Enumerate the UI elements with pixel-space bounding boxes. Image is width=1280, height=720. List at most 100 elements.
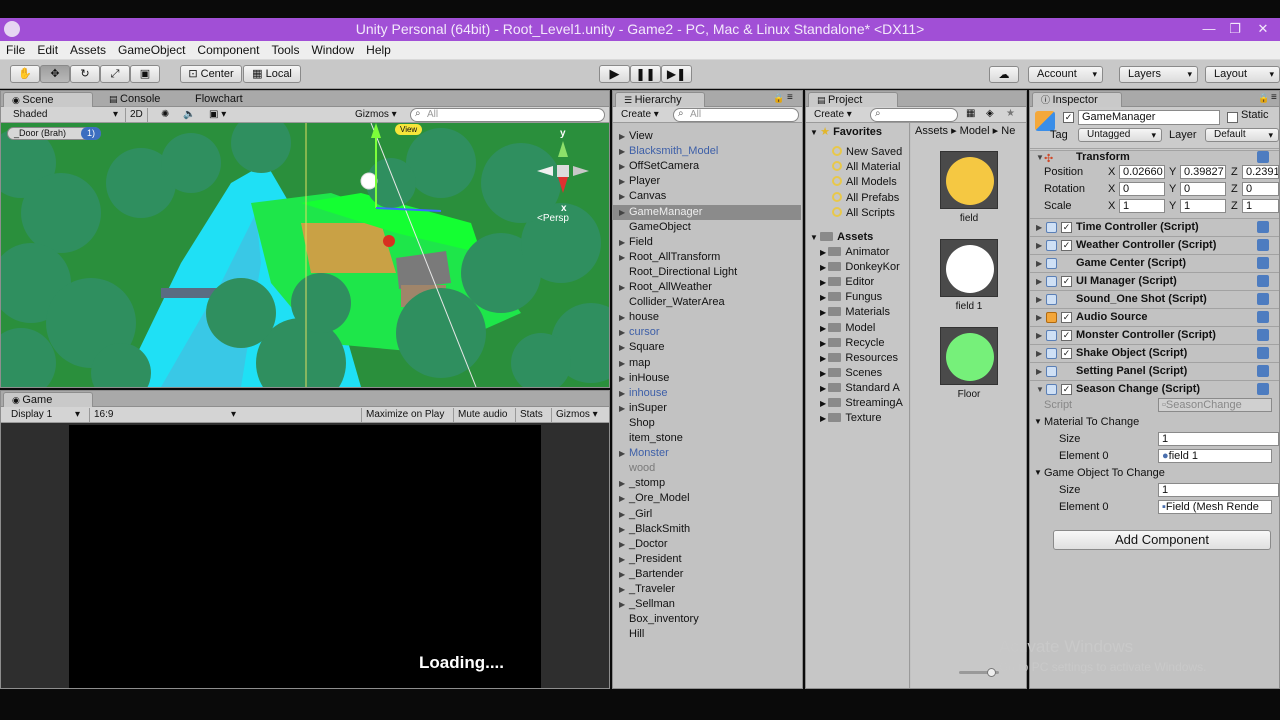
folder-item[interactable]: ▶ Materials (820, 305, 890, 320)
go-size-field[interactable]: 1 (1158, 483, 1279, 497)
hierarchy-item[interactable]: ▶ _Traveler (613, 582, 801, 597)
expand-arrow-icon[interactable]: ▶ (619, 235, 625, 250)
scale-z-field[interactable]: 1 (1242, 199, 1279, 213)
menu-tools[interactable]: Tools (265, 41, 305, 57)
hierarchy-item[interactable]: ▶ Canvas (613, 189, 801, 204)
tab-hierarchy[interactable]: ☰ Hierarchy (615, 92, 705, 107)
hierarchy-item[interactable]: ▶ _Girl (613, 507, 801, 522)
account-dropdown[interactable]: Account (1028, 66, 1103, 83)
maximize-button[interactable]: ❐ (1222, 20, 1248, 38)
hierarchy-item[interactable]: ▶ cursor (613, 325, 801, 340)
game-view[interactable]: Loading.... (69, 425, 541, 688)
folder-item[interactable]: ▶ StreamingA (820, 396, 903, 411)
tab-game[interactable]: ◉ Game (3, 392, 93, 407)
hierarchy-item[interactable]: ▶ inhouse (613, 386, 801, 401)
hierarchy-item[interactable]: ▶ Root_AllTransform (613, 250, 801, 265)
menu-edit[interactable]: Edit (31, 41, 64, 57)
hierarchy-item[interactable]: ▶ _President (613, 552, 801, 567)
expand-arrow-icon[interactable]: ▶ (619, 310, 625, 325)
component-arrow-icon[interactable]: ▶ (1036, 327, 1042, 344)
component-arrow-icon[interactable]: ▶ (1036, 255, 1042, 272)
game-gizmos-dropdown[interactable]: Gizmos ▾ (551, 408, 602, 422)
hierarchy-item[interactable]: ▶ Blacksmith_Model (613, 144, 801, 159)
project-search-input[interactable] (870, 108, 958, 122)
cloud-button[interactable]: ☁ (989, 66, 1019, 83)
hierarchy-item[interactable]: ▶ inHouse (613, 371, 801, 386)
filter-label-icon[interactable]: ◈ (986, 108, 994, 119)
position-x-field[interactable]: 0.02660 (1119, 165, 1165, 179)
component-header[interactable]: ▶ ✓ Monster Controller (Script) (1030, 326, 1279, 344)
menu-file[interactable]: File (0, 41, 31, 57)
expand-arrow-icon[interactable]: ▶ (619, 325, 625, 340)
minimize-button[interactable]: — (1196, 20, 1222, 38)
component-arrow-icon[interactable]: ▶ (1036, 273, 1042, 290)
menu-gameobject[interactable]: GameObject (112, 41, 191, 57)
hierarchy-item[interactable]: ▶ OffSetCamera (613, 159, 801, 174)
scene-search-input[interactable]: All (410, 108, 605, 122)
component-arrow-icon[interactable]: ▶ (1036, 219, 1042, 236)
breadcrumb-next[interactable]: Ne (1001, 125, 1015, 137)
component-header[interactable]: ▶ ✓ Shake Object (Script) (1030, 344, 1279, 362)
breadcrumb-assets[interactable]: Assets (915, 125, 948, 137)
shading-mode-dropdown[interactable]: Shaded (9, 108, 117, 122)
component-header[interactable]: ▶ ✓ Time Controller (Script) (1030, 218, 1279, 236)
static-checkbox[interactable] (1227, 112, 1238, 123)
mute-audio-toggle[interactable]: Mute audio (453, 408, 511, 422)
folder-arrow-icon[interactable]: ▶ (820, 293, 828, 302)
component-settings-icon[interactable] (1257, 239, 1269, 251)
component-settings-icon[interactable] (1257, 257, 1269, 269)
folder-item[interactable]: ▶ Standard A (820, 381, 900, 396)
component-arrow-icon[interactable]: ▶ (1036, 363, 1042, 380)
folder-item[interactable]: ▶ Recycle (820, 336, 885, 351)
folder-item[interactable]: ▶ Fungus (820, 290, 882, 305)
filter-type-icon[interactable]: ▦ (966, 108, 975, 119)
hierarchy-item[interactable]: ▶ _stomp (613, 476, 801, 491)
menu-component[interactable]: Component (191, 41, 265, 57)
component-header[interactable]: ▶ Setting Panel (Script) (1030, 362, 1279, 380)
folder-arrow-icon[interactable]: ▶ (820, 278, 828, 287)
component-enabled-checkbox[interactable]: ✓ (1061, 348, 1072, 359)
component-settings-icon[interactable] (1257, 347, 1269, 359)
component-enabled-checkbox[interactable]: ✓ (1061, 222, 1072, 233)
favorite-star-icon[interactable]: ★ (1006, 108, 1015, 119)
position-y-field[interactable]: 0.39827 (1180, 165, 1226, 179)
expand-arrow-icon[interactable]: ▶ (619, 174, 625, 189)
component-header[interactable]: ▶ ✓ Audio Source (1030, 308, 1279, 326)
hierarchy-item[interactable]: ▶ map (613, 356, 801, 371)
layout-dropdown[interactable]: Layout (1205, 66, 1280, 83)
component-arrow-icon[interactable]: ▶ (1036, 291, 1042, 308)
space-local-button[interactable]: ▦ Local (243, 65, 301, 83)
transform-settings-icon[interactable] (1257, 151, 1269, 163)
component-settings-icon[interactable] (1257, 383, 1269, 395)
component-header[interactable]: ▶ Game Center (Script) (1030, 254, 1279, 272)
folder-item[interactable]: ▶ Texture (820, 411, 881, 426)
folder-arrow-icon[interactable]: ▶ (820, 354, 828, 363)
rotation-x-field[interactable]: 0 (1119, 182, 1165, 196)
active-checkbox[interactable]: ✓ (1063, 112, 1074, 123)
hierarchy-item[interactable]: ▶ house (613, 310, 801, 325)
component-enabled-checkbox[interactable]: ✓ (1061, 312, 1072, 323)
folder-item[interactable]: ▶ Scenes (820, 366, 882, 381)
folder-arrow-icon[interactable]: ▶ (820, 399, 828, 408)
rotate-tool-button[interactable]: ↻ (70, 65, 100, 83)
component-header[interactable]: ▶ ✓ Weather Controller (Script) (1030, 236, 1279, 254)
hand-tool-button[interactable]: ✋ (10, 65, 40, 83)
expand-arrow-icon[interactable]: ▶ (619, 144, 625, 159)
inspector-menu-icon[interactable]: ≡ (1271, 92, 1277, 103)
stats-toggle[interactable]: Stats (515, 408, 547, 422)
tab-project[interactable]: ▤ Project (808, 92, 898, 107)
hierarchy-create-dropdown[interactable]: Create ▾ (617, 108, 663, 122)
folder-arrow-icon[interactable]: ▶ (820, 308, 828, 317)
close-button[interactable]: ✕ (1250, 20, 1276, 38)
favorite-item[interactable]: All Scripts (832, 206, 895, 221)
folder-arrow-icon[interactable]: ▶ (820, 339, 828, 348)
hierarchy-item[interactable]: ▶ inSuper (613, 401, 801, 416)
folder-item[interactable]: ▶ Model (820, 321, 875, 336)
component-enabled-checkbox[interactable]: ✓ (1061, 276, 1072, 287)
assets-header[interactable]: ▼ Assets (810, 230, 873, 245)
hierarchy-item[interactable]: ▶ Root_AllWeather (613, 280, 801, 295)
favorite-item[interactable]: All Material (832, 160, 900, 175)
2d-toggle[interactable]: 2D (125, 108, 148, 122)
rect-tool-button[interactable]: ▣ (130, 65, 160, 83)
step-button[interactable]: ▶❚ (661, 65, 692, 83)
